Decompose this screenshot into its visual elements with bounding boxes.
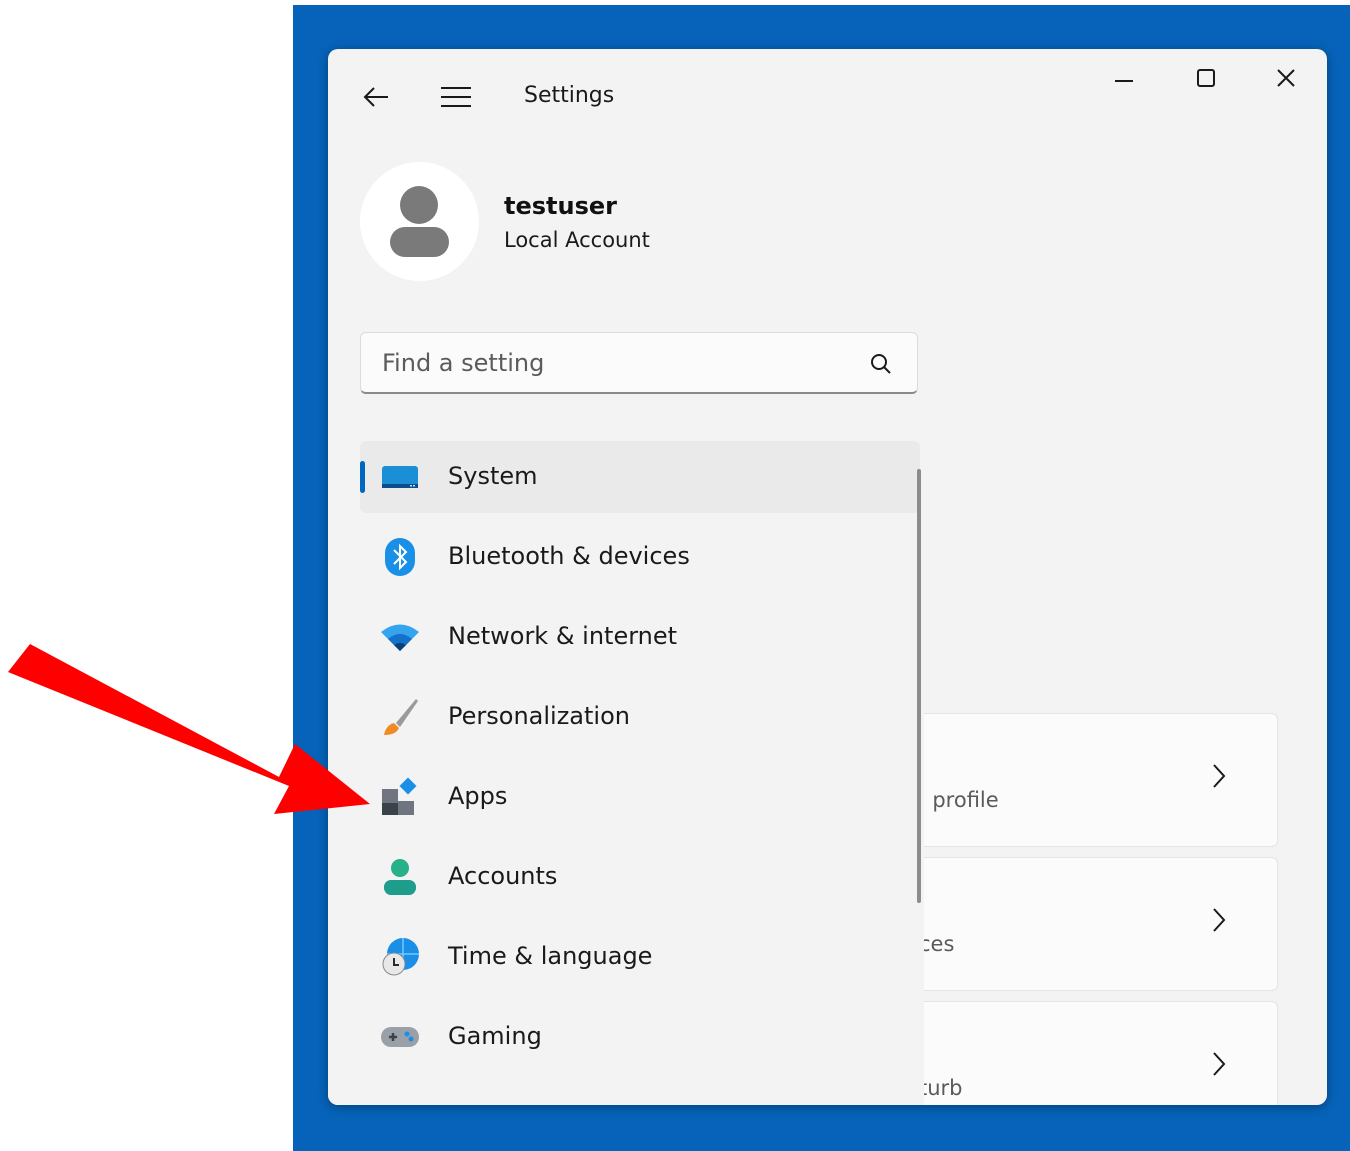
hamburger-icon [441,87,471,107]
minimize-icon [1115,80,1133,82]
maximize-icon [1197,69,1215,87]
search-icon[interactable] [869,352,893,376]
bluetooth-icon [385,538,415,576]
chevron-right-icon [1213,908,1226,932]
brush-icon [384,699,418,735]
globe-clock-icon [382,938,419,976]
sidebar-item-bluetooth[interactable]: Bluetooth & devices [360,521,920,593]
sidebar-item-personalization[interactable]: Personalization [360,681,920,753]
sidebar-item-label: Time & language [448,942,653,970]
sidebar-item-label: Bluetooth & devices [448,542,690,570]
chevron-right-icon [1213,764,1226,788]
annotation-arrow [8,644,370,814]
apps-icon [382,777,417,815]
card-description: turb [919,1076,963,1100]
sidebar-item-time-language[interactable]: Time & language [360,921,920,993]
sidebar-item-label: Network & internet [448,622,678,650]
settings-card[interactable]: turb [918,1001,1278,1105]
minimize-button[interactable] [1104,63,1144,93]
sidebar-item-system[interactable]: System [360,441,920,513]
sidebar-item-label: System [448,462,538,490]
chevron-right-icon [1213,1052,1226,1076]
user-name: testuser [504,192,617,220]
maximize-button[interactable] [1186,63,1226,93]
card-description: ces [919,932,955,956]
window-title: Settings [524,83,615,108]
accounts-icon [384,859,416,895]
settings-card[interactable]: ces [918,857,1278,991]
card-description: ’ profile [919,788,999,812]
wifi-icon [381,624,419,651]
sidebar-item-label: Apps [448,782,508,810]
close-button[interactable] [1266,63,1306,93]
settings-card[interactable]: ’ profile [918,713,1278,847]
nav-list: System Bluetooth & devices Network & int… [360,441,920,1081]
close-icon [1277,69,1295,87]
sidebar-item-label: Personalization [448,702,630,730]
sidebar-item-accounts[interactable]: Accounts [360,841,920,913]
nav-scrollbar[interactable] [917,469,921,903]
sidebar-item-network[interactable]: Network & internet [360,601,920,673]
sidebar-item-gaming[interactable]: Gaming [360,1001,920,1073]
sidebar-item-label: Gaming [448,1022,542,1050]
settings-window: Settings testuser Local Account Find a s… [328,49,1327,1105]
menu-button[interactable] [436,79,476,115]
search-input[interactable]: Find a setting [382,349,544,377]
system-icon [382,466,418,488]
sidebar-item-label: Accounts [448,862,558,890]
account-type: Local Account [504,228,650,252]
gamepad-icon [381,1027,419,1047]
sidebar-item-apps[interactable]: Apps [360,761,920,833]
search-box[interactable]: Find a setting [360,332,918,394]
